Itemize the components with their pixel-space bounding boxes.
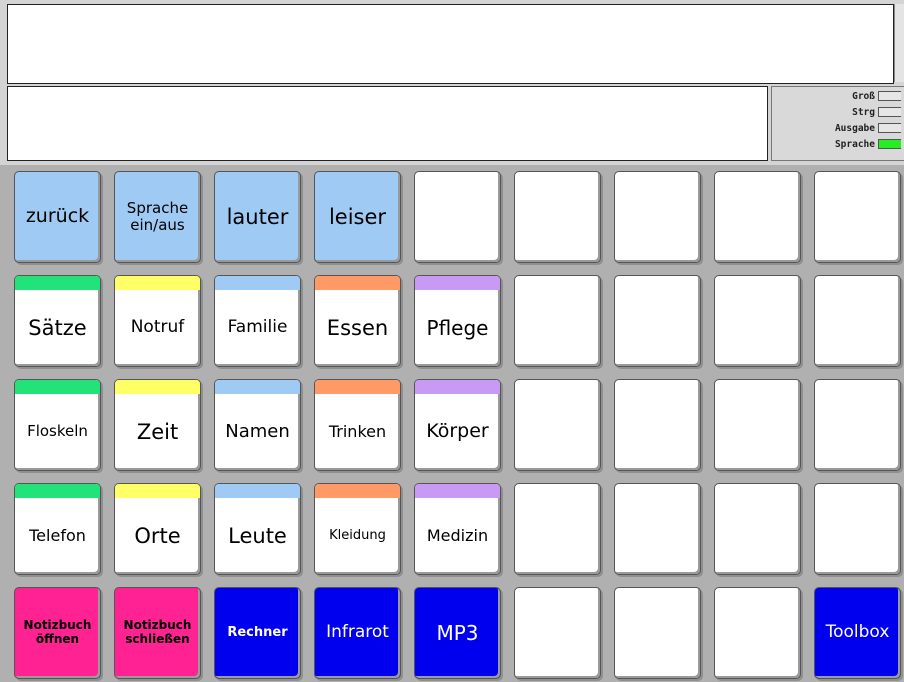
saetze-button[interactable]: Sätze	[14, 275, 101, 367]
status-sprache: Sprache	[835, 139, 901, 150]
empty-cell[interactable]	[814, 171, 901, 263]
empty-cell[interactable]	[714, 275, 801, 367]
sprache-toggle-button[interactable]: Sprache ein/aus	[114, 171, 201, 263]
infrarot-button[interactable]: Infrarot	[314, 587, 401, 679]
pflege-button[interactable]: Pflege	[414, 275, 501, 367]
notizbuch-oeffnen-button[interactable]: Notizbuch öffnen	[14, 587, 101, 679]
empty-cell[interactable]	[414, 171, 501, 263]
empty-cell[interactable]	[714, 171, 801, 263]
empty-cell[interactable]	[614, 379, 701, 471]
medizin-button[interactable]: Medizin	[414, 483, 501, 575]
empty-cell[interactable]	[514, 171, 601, 263]
status-ausgabe-indicator	[878, 123, 901, 133]
toolbox-button[interactable]: Toolbox	[814, 587, 901, 679]
status-strg-indicator	[878, 107, 901, 117]
koerper-button[interactable]: Körper	[414, 379, 501, 471]
status-gross-indicator	[878, 91, 901, 101]
empty-cell[interactable]	[614, 171, 701, 263]
zeit-button[interactable]: Zeit	[114, 379, 201, 471]
status-sprache-indicator	[878, 139, 901, 149]
empty-cell[interactable]	[814, 379, 901, 471]
notruf-button[interactable]: Notruf	[114, 275, 201, 367]
empty-cell[interactable]	[714, 483, 801, 575]
empty-cell[interactable]	[614, 275, 701, 367]
empty-cell[interactable]	[714, 587, 801, 679]
status-ausgabe: Ausgabe	[835, 123, 901, 134]
status-strg: Strg	[852, 107, 901, 118]
floskeln-button[interactable]: Floskeln	[14, 379, 101, 471]
essen-button[interactable]: Essen	[314, 275, 401, 367]
kleidung-button[interactable]: Kleidung	[314, 483, 401, 575]
empty-cell[interactable]	[814, 275, 901, 367]
empty-cell[interactable]	[814, 483, 901, 575]
empty-cell[interactable]	[514, 275, 601, 367]
status-gross: Groß	[852, 91, 901, 102]
namen-button[interactable]: Namen	[214, 379, 301, 471]
empty-cell[interactable]	[614, 587, 701, 679]
empty-cell[interactable]	[514, 483, 601, 575]
empty-cell[interactable]	[614, 483, 701, 575]
lauter-button[interactable]: lauter	[214, 171, 301, 263]
zurueck-button[interactable]: zurück	[14, 171, 101, 263]
leute-button[interactable]: Leute	[214, 483, 301, 575]
empty-cell[interactable]	[714, 379, 801, 471]
familie-button[interactable]: Familie	[214, 275, 301, 367]
mp3-button[interactable]: MP3	[414, 587, 501, 679]
notizbuch-schliessen-button[interactable]: Notizbuch schließen	[114, 587, 201, 679]
status-panel: Groß Strg Ausgabe Sprache	[771, 86, 904, 161]
rechner-button[interactable]: Rechner	[214, 587, 301, 679]
output-scrollbar[interactable]	[894, 4, 904, 82]
leiser-button[interactable]: leiser	[314, 171, 401, 263]
text-input-area[interactable]	[7, 86, 768, 161]
trinken-button[interactable]: Trinken	[314, 379, 401, 471]
message-output-area[interactable]	[7, 4, 894, 84]
empty-cell[interactable]	[514, 587, 601, 679]
empty-cell[interactable]	[514, 379, 601, 471]
orte-button[interactable]: Orte	[114, 483, 201, 575]
button-grid: zurück Sprache ein/aus lauter leiser Sät…	[0, 165, 904, 682]
telefon-button[interactable]: Telefon	[14, 483, 101, 575]
